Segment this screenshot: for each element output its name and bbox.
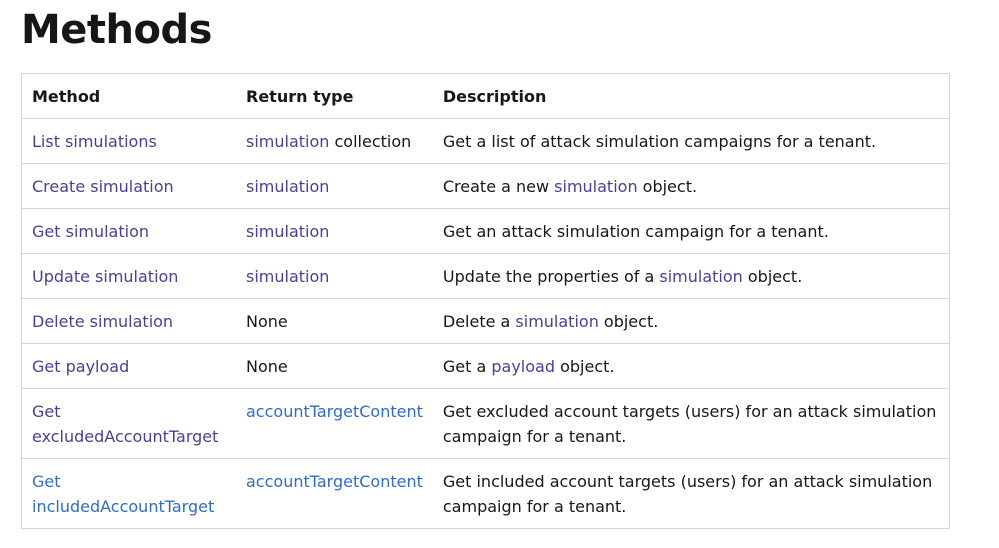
header-description: Description [432,73,950,119]
description-text: Update the properties of a [442,267,660,286]
description-text: Get a [442,357,492,376]
description-text: Create a new [442,177,555,196]
methods-table: Method Return type Description List simu… [21,73,950,529]
table-row: Get includedAccountTarget accountTargetCo… [21,458,950,529]
description-cell: Delete a simulation object. [432,298,950,344]
method-link-line2: excludedAccountTarget [32,427,219,446]
description-text: Get an attack simulation campaign for a … [442,222,829,241]
return-type-cell: simulation [236,163,433,209]
description-text: Get excluded account targets (users) for… [442,402,937,446]
return-type-text: collection [329,132,412,151]
method-cell: List simulations [21,118,236,164]
description-link[interactable]: simulation [515,312,598,331]
return-type-cell: None [236,343,433,389]
return-type-text: None [246,312,288,331]
return-type-cell: simulation [236,253,433,299]
method-link-get-included-account-target[interactable]: Get includedAccountTarget [32,472,214,516]
method-link-delete-simulation[interactable]: Delete simulation [32,312,173,331]
method-link-list-simulations[interactable]: List simulations [32,132,157,151]
return-type-cell: None [236,298,433,344]
method-link-get-simulation[interactable]: Get simulation [32,222,149,241]
description-text-end: object. [637,177,698,196]
return-type-link[interactable]: simulation [246,132,329,151]
method-link-update-simulation[interactable]: Update simulation [32,267,178,286]
description-cell: Get excluded account targets (users) for… [432,388,950,459]
method-cell: Update simulation [21,253,236,299]
table-row: Get simulation simulation Get an attack … [21,208,950,254]
description-cell: Get a list of attack simulation campaign… [432,118,950,164]
table-row: List simulations simulation collection G… [21,118,950,164]
description-text: Delete a [442,312,516,331]
return-type-link[interactable]: simulation [246,222,329,241]
description-cell: Create a new simulation object. [432,163,950,209]
method-link-line1: Get [32,402,61,421]
description-text-end: object. [598,312,659,331]
table-row: Get excludedAccountTarget accountTargetCo… [21,388,950,459]
return-type-link[interactable]: simulation [246,267,329,286]
method-cell: Get excludedAccountTarget [21,388,236,459]
table-row: Update simulation simulation Update the … [21,253,950,299]
method-cell: Create simulation [21,163,236,209]
method-link-line1: Get [32,472,61,491]
description-text: Get included account targets (users) for… [442,472,933,516]
description-link[interactable]: simulation [659,267,742,286]
page-title: Methods [21,7,212,53]
table-row: Get payload None Get a payload object. [21,343,950,389]
return-type-link[interactable]: simulation [246,177,329,196]
table-row: Delete simulation None Delete a simulati… [21,298,950,344]
table-row: Create simulation simulation Create a ne… [21,163,950,209]
method-link-get-payload[interactable]: Get payload [32,357,129,376]
return-type-cell: simulation [236,208,433,254]
return-type-link[interactable]: accountTargetContent [246,472,423,491]
description-link[interactable]: payload [491,357,555,376]
method-cell: Delete simulation [21,298,236,344]
return-type-link[interactable]: accountTargetContent [246,402,423,421]
description-cell: Get a payload object. [432,343,950,389]
method-cell: Get payload [21,343,236,389]
table-header-row: Method Return type Description [21,73,950,119]
return-type-cell: accountTargetContent [236,388,433,459]
description-cell: Update the properties of a simulation ob… [432,253,950,299]
method-link-create-simulation[interactable]: Create simulation [32,177,174,196]
description-link[interactable]: simulation [554,177,637,196]
description-text: Get a list of attack simulation campaign… [442,132,877,151]
method-cell: Get simulation [21,208,236,254]
header-return-type: Return type [236,73,433,119]
description-text-end: object. [742,267,803,286]
method-cell: Get includedAccountTarget [21,458,236,529]
description-cell: Get included account targets (users) for… [432,458,950,529]
description-text-end: object. [555,357,615,376]
header-method: Method [21,73,236,119]
method-link-get-excluded-account-target[interactable]: Get excludedAccountTarget [32,402,218,446]
method-link-line2: includedAccountTarget [32,497,215,516]
description-cell: Get an attack simulation campaign for a … [432,208,950,254]
return-type-cell: accountTargetContent [236,458,433,529]
return-type-text: None [246,357,288,376]
return-type-cell: simulation collection [236,118,433,164]
